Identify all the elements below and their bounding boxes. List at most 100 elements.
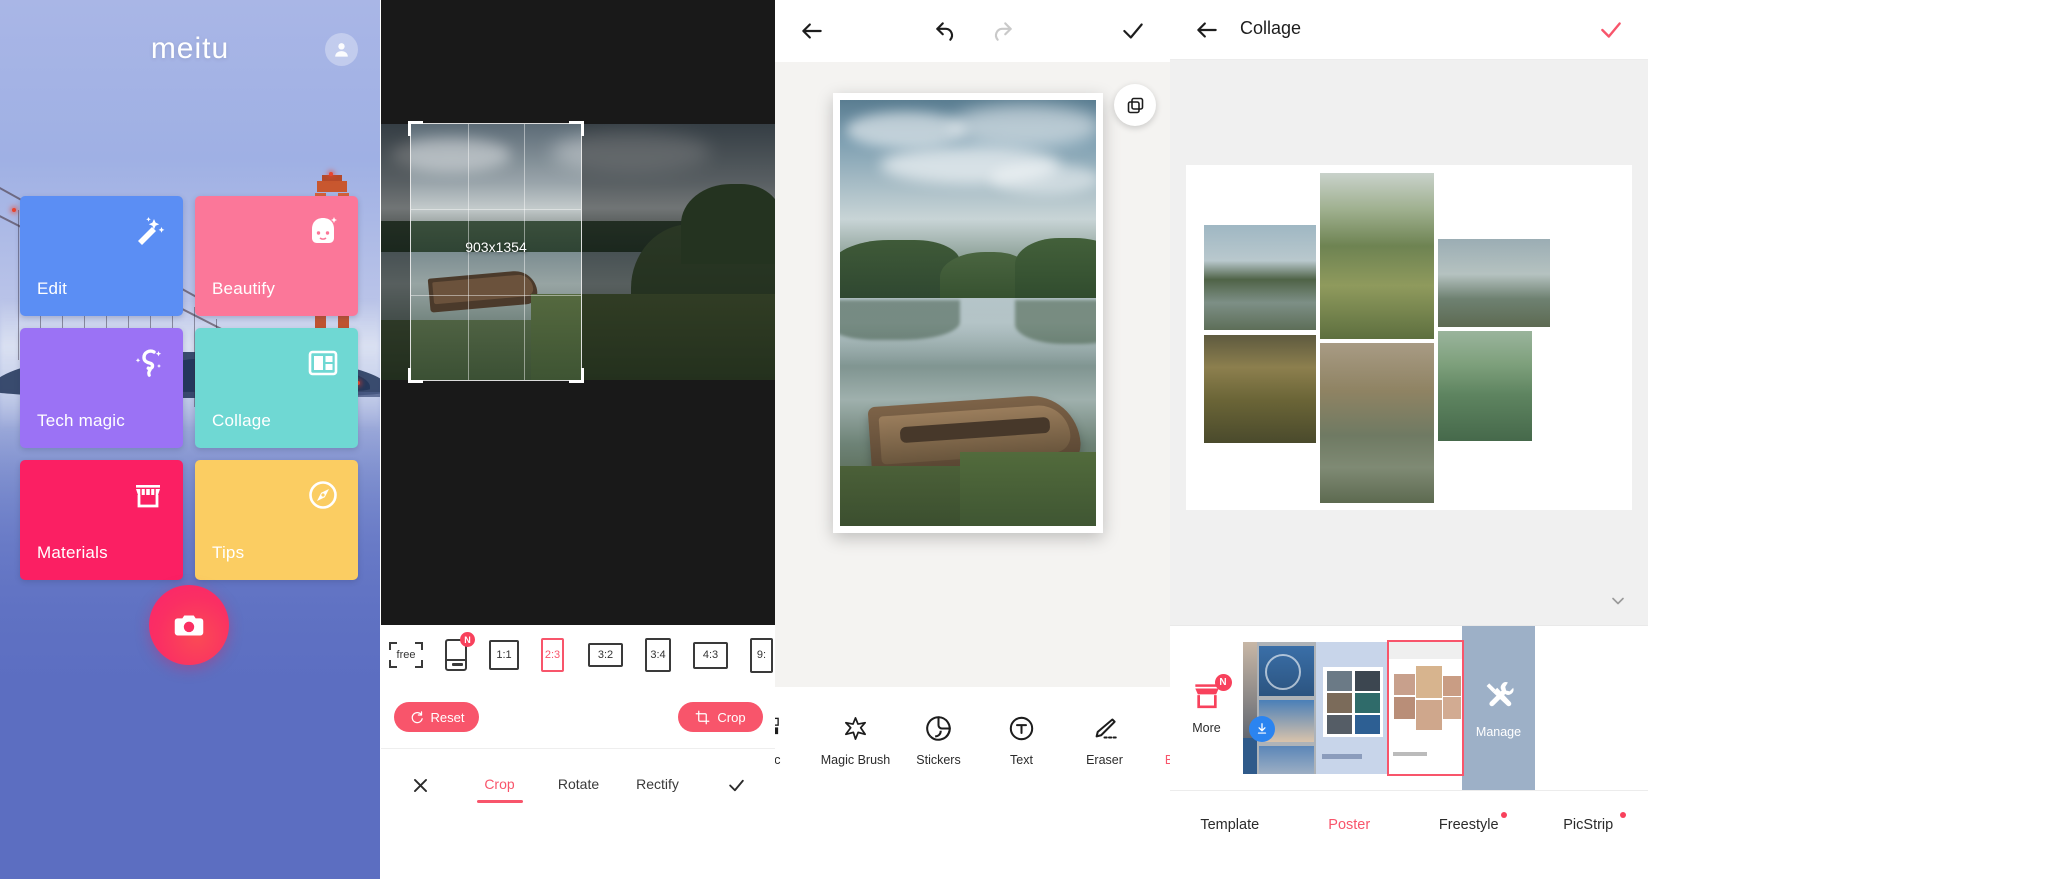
editor-back-button[interactable] xyxy=(797,16,827,46)
editor-header xyxy=(775,0,1170,62)
redo-button[interactable] xyxy=(987,16,1017,46)
new-badge: N xyxy=(460,632,475,647)
aspect-ratio-bar[interactable]: free N 1:1 2:3 3:2 3:4 4:3 9: xyxy=(381,625,776,685)
collage-cell[interactable] xyxy=(1320,343,1434,503)
collage-cell[interactable] xyxy=(1320,173,1434,339)
template-thumbnail-strip[interactable]: N More Manage xyxy=(1170,625,1648,790)
editor-toolbar[interactable]: aic Magic Brush Stickers Text Eraser Bea… xyxy=(775,687,1170,879)
crop-size-label: 903x1354 xyxy=(465,239,527,255)
ratio-1-1[interactable]: 1:1 xyxy=(489,640,519,670)
active-tab-underline xyxy=(476,800,523,803)
tab-label: Poster xyxy=(1328,817,1371,833)
tile-edit[interactable]: Edit xyxy=(20,196,183,316)
ratio-phone[interactable]: N xyxy=(445,632,475,671)
collage-cell[interactable] xyxy=(1438,331,1532,441)
more-label: More xyxy=(1192,721,1221,735)
eraser-pen-icon xyxy=(1095,717,1117,739)
tab-crop[interactable]: Crop xyxy=(460,776,539,803)
ratio-3-2[interactable]: 3:2 xyxy=(588,643,623,667)
tile-tips[interactable]: Tips xyxy=(195,460,358,580)
crop-label: Crop xyxy=(717,709,746,725)
collage-cell[interactable] xyxy=(1204,335,1316,443)
tab-rectify[interactable]: Rectify xyxy=(618,776,697,792)
collage-panel: Collage N More Manage Template Poster Fr… xyxy=(1170,0,1648,879)
layers-button[interactable] xyxy=(1114,84,1156,126)
ratio-2-3[interactable]: 2:3 xyxy=(541,638,564,672)
tool-label: aic xyxy=(775,753,781,767)
download-button[interactable] xyxy=(1249,716,1275,742)
collage-done-button[interactable] xyxy=(1596,15,1626,45)
ratio-label: free xyxy=(396,649,416,661)
template-thumbnail-2[interactable] xyxy=(1316,642,1389,774)
crop-canvas[interactable]: 903x1354 xyxy=(381,0,776,625)
tab-template[interactable]: Template xyxy=(1170,817,1290,833)
editor-stage[interactable] xyxy=(775,62,1170,687)
editor-done-button[interactable] xyxy=(1118,16,1148,46)
crop-handle-bl[interactable] xyxy=(408,368,423,383)
crop-handle-tr[interactable] xyxy=(569,121,584,136)
crop-handle-br[interactable] xyxy=(569,368,584,383)
tool-beautify[interactable]: Beautify xyxy=(1146,711,1170,767)
tool-magic-brush[interactable]: Magic Brush xyxy=(814,711,897,767)
undo-arrow-icon xyxy=(936,22,954,41)
tool-label: Magic Brush xyxy=(820,753,891,767)
crop-button[interactable]: Crop xyxy=(678,702,763,732)
tab-freestyle[interactable]: Freestyle xyxy=(1409,812,1529,833)
ratio-free[interactable]: free xyxy=(389,642,423,668)
crop-selection[interactable]: 903x1354 xyxy=(408,121,584,383)
collage-back-button[interactable] xyxy=(1192,15,1222,45)
more-templates-button[interactable]: N More xyxy=(1170,626,1243,790)
tool-stickers[interactable]: Stickers xyxy=(897,711,980,767)
ratio-label: 2:3 xyxy=(544,649,561,661)
collage-sheet[interactable] xyxy=(1186,165,1632,510)
redo-arrow-icon xyxy=(994,22,1012,41)
poster-frame[interactable] xyxy=(833,93,1103,533)
new-badge: N xyxy=(1214,674,1232,691)
collage-cell[interactable] xyxy=(1204,225,1316,330)
tab-picstrip[interactable]: PicStrip xyxy=(1529,812,1649,833)
collage-tab-bar[interactable]: Template Poster Freestyle PicStrip xyxy=(1170,790,1648,879)
template-thumbnail-3-selected[interactable] xyxy=(1387,640,1464,776)
avatar[interactable] xyxy=(325,33,358,66)
undo-button[interactable] xyxy=(931,16,961,46)
template-thumbnail-1[interactable] xyxy=(1243,642,1316,774)
ratio-4-3[interactable]: 4:3 xyxy=(693,641,728,669)
magic-wand-icon xyxy=(128,211,168,251)
crop-action-row: Reset Crop xyxy=(381,690,776,748)
collage-grid xyxy=(1204,173,1614,503)
tile-materials[interactable]: Materials xyxy=(20,460,183,580)
tool-label: Beautify xyxy=(1164,753,1170,767)
check-icon xyxy=(1123,23,1143,39)
tile-label: Collage xyxy=(212,411,272,430)
new-dot-indicator xyxy=(1500,812,1507,818)
text-t-icon xyxy=(1009,716,1034,740)
tool-mosaic[interactable]: aic xyxy=(775,711,814,767)
ratio-9-16[interactable]: 9: xyxy=(750,637,773,673)
reset-button[interactable]: Reset xyxy=(394,702,479,732)
expand-button[interactable] xyxy=(1606,589,1630,613)
tab-poster[interactable]: Poster xyxy=(1290,817,1410,833)
collage-cell[interactable] xyxy=(1438,239,1550,327)
camera-button[interactable] xyxy=(149,585,229,665)
home-tile-grid: Edit Beautify Tech magic Collage Materia… xyxy=(20,196,358,580)
poster-photo xyxy=(840,100,1096,526)
tab-rotate[interactable]: Rotate xyxy=(539,776,618,792)
confirm-button[interactable] xyxy=(697,776,776,798)
tile-tech-magic[interactable]: Tech magic xyxy=(20,328,183,448)
crop-handle-tl[interactable] xyxy=(408,121,423,136)
ratio-3-4[interactable]: 3:4 xyxy=(645,638,671,672)
home-panel: meitu Edit Beautify Tech magic Collage M… xyxy=(0,0,380,879)
tab-label: Rectify xyxy=(636,776,679,792)
ai-swirl-icon xyxy=(128,343,168,383)
tab-label: Crop xyxy=(484,776,515,792)
tile-collage[interactable]: Collage xyxy=(195,328,358,448)
close-button[interactable] xyxy=(381,776,460,798)
camera-icon xyxy=(174,615,204,636)
tile-beautify[interactable]: Beautify xyxy=(195,196,358,316)
collage-stage[interactable] xyxy=(1170,60,1648,625)
app-logo: meitu xyxy=(150,32,230,65)
tool-text[interactable]: Text xyxy=(980,711,1063,767)
tile-label: Edit xyxy=(37,279,68,298)
manage-button[interactable]: Manage xyxy=(1462,626,1535,790)
tool-eraser[interactable]: Eraser xyxy=(1063,711,1146,767)
